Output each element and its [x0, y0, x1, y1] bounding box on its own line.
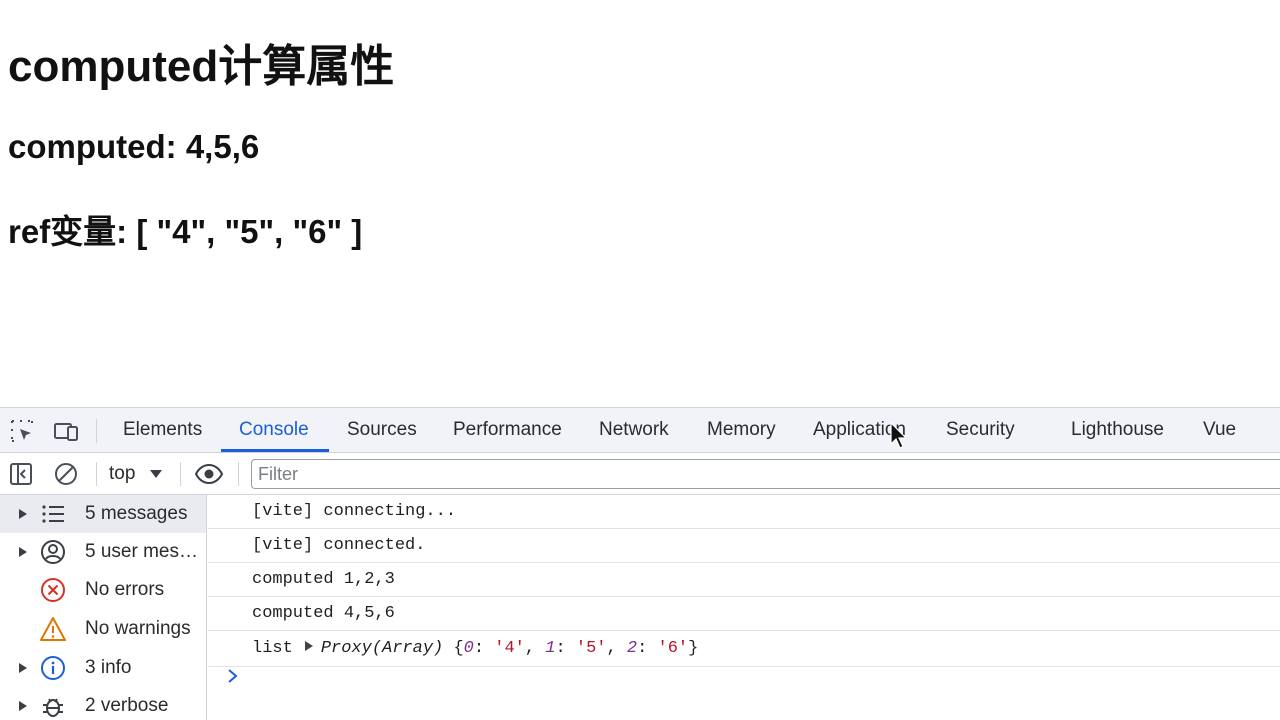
console-object-message: list Proxy(Array) {0: '4', 1: '5', 2: '6'… [252, 631, 698, 667]
info-icon [41, 656, 65, 680]
sidebar-item-label: 3 info [85, 657, 132, 678]
console-message-text: [vite] connecting... [252, 502, 457, 521]
tab-memory[interactable]: Memory [707, 408, 776, 452]
toolbar-separator [96, 462, 97, 486]
expand-arrow-icon[interactable] [18, 546, 28, 558]
eye-icon[interactable] [194, 461, 224, 487]
devtools-panel: Elements Console Sources Performance Net… [0, 407, 1280, 720]
object-preview[interactable]: Proxy(Array) {0: '4', 1: '5', 2: '6'} [321, 639, 699, 658]
tab-vue[interactable]: Vue [1203, 408, 1236, 452]
inspect-element-icon[interactable] [9, 418, 35, 444]
console-message: list Proxy(Array) {0: '4', 1: '5', 2: '6'… [208, 631, 1280, 667]
console-prompt-icon[interactable] [226, 667, 240, 685]
page-content: computed计算属性 computed: 4,5,6 ref变量: [ "4… [0, 0, 1280, 407]
console-message-text: [vite] connected. [252, 536, 426, 555]
expand-arrow-icon[interactable] [18, 508, 28, 520]
log-label: list [252, 639, 293, 658]
sidebar-item-messages[interactable]: 5 messages [0, 495, 206, 533]
console-sidebar: 5 messages 5 user mes… No errors No warn… [0, 495, 207, 720]
sidebar-item-label: 5 messages [85, 503, 188, 524]
sidebar-item-user-messages[interactable]: 5 user mes… [0, 533, 206, 571]
expand-object-icon[interactable] [304, 641, 313, 651]
sidebar-item-warnings[interactable]: No warnings [0, 610, 206, 648]
bug-icon [43, 698, 63, 717]
tab-lighthouse[interactable]: Lighthouse [1071, 408, 1164, 452]
toolbar-separator [180, 462, 181, 486]
warning-icon [40, 617, 66, 641]
sidebar-item-verbose[interactable]: 2 verbose [0, 687, 206, 720]
user-icon [41, 540, 65, 564]
tab-network[interactable]: Network [599, 408, 669, 452]
console-message-text: computed 1,2,3 [252, 570, 395, 589]
toolbar-separator [238, 462, 239, 486]
console-message: [vite] connecting... [208, 495, 1280, 529]
expand-arrow-icon[interactable] [18, 662, 28, 674]
tab-performance[interactable]: Performance [453, 408, 562, 452]
active-tab-indicator [221, 449, 329, 452]
sidebar-toggle-icon[interactable] [8, 461, 34, 487]
expand-arrow-icon[interactable] [18, 700, 28, 712]
devtools-tabbar: Elements Console Sources Performance Net… [0, 408, 1280, 453]
sidebar-item-errors[interactable]: No errors [0, 571, 206, 609]
ref-value-heading: ref变量: [ "4", "5", "6" ] [8, 213, 363, 250]
device-toolbar-icon[interactable] [53, 418, 79, 444]
console-message: [vite] connected. [208, 529, 1280, 563]
console-toolbar: top [0, 453, 1280, 495]
sidebar-item-label: 5 user mes… [85, 541, 198, 562]
tab-sources[interactable]: Sources [347, 408, 417, 452]
tabbar-separator [96, 419, 97, 443]
console-message: computed 4,5,6 [208, 597, 1280, 631]
object-type: Proxy(Array) [320, 639, 444, 658]
tab-elements[interactable]: Elements [123, 408, 202, 452]
tab-console[interactable]: Console [239, 408, 309, 452]
sidebar-item-label: 2 verbose [85, 695, 169, 716]
console-message: computed 1,2,3 [208, 563, 1280, 597]
context-selector[interactable]: top [109, 453, 135, 495]
list-icon [42, 505, 64, 523]
sidebar-item-label: No errors [85, 579, 165, 600]
chevron-down-icon[interactable] [149, 469, 163, 479]
tab-security[interactable]: Security [946, 408, 1015, 452]
console-message-text: computed 4,5,6 [252, 604, 395, 623]
mouse-pointer-icon [890, 422, 907, 449]
error-icon [41, 578, 65, 602]
filter-input[interactable] [251, 459, 1280, 489]
sidebar-item-info[interactable]: 3 info [0, 649, 206, 687]
sidebar-item-label: No warnings [85, 618, 191, 639]
console-messages: [vite] connecting... [vite] connected. c… [208, 495, 1280, 720]
computed-value-heading: computed: 4,5,6 [8, 128, 260, 165]
clear-console-icon[interactable] [53, 461, 79, 487]
page-title: computed计算属性 [8, 42, 395, 91]
